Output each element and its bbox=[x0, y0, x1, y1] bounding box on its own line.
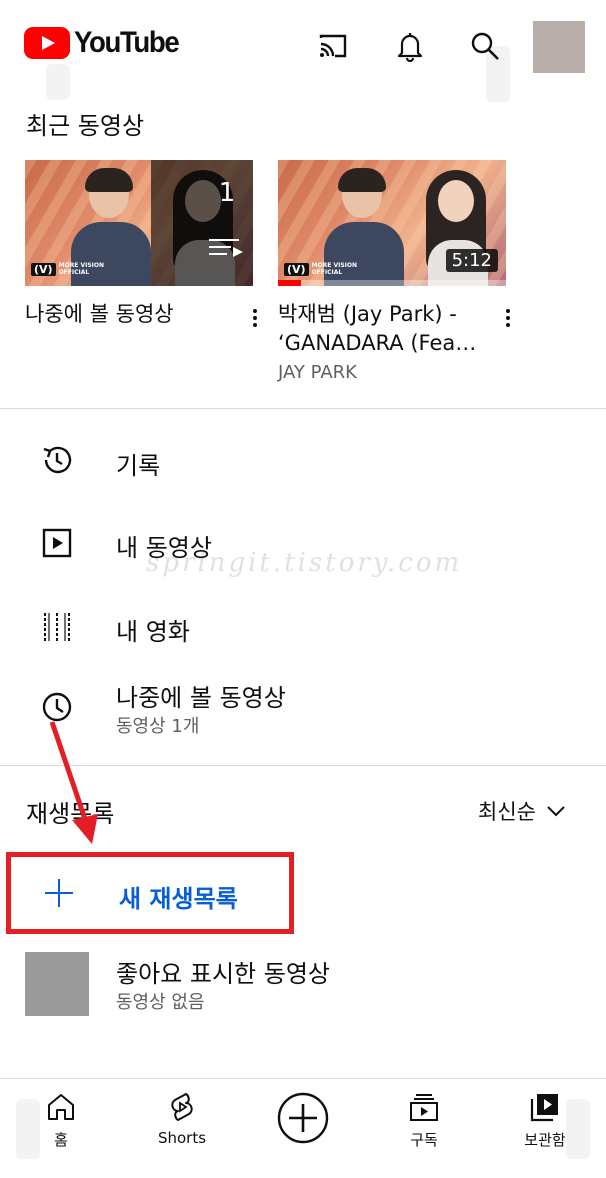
youtube-play-logo-icon bbox=[24, 27, 70, 59]
movies-icon bbox=[44, 613, 70, 641]
more-vert-icon[interactable] bbox=[249, 306, 261, 336]
menu-label: 나중에 볼 동영상 bbox=[116, 684, 286, 712]
bottom-navigation: 홈 Shorts 구독 보관함 bbox=[0, 1078, 606, 1178]
watermark-text: springit.tistory.com bbox=[146, 548, 463, 578]
nav-subscriptions[interactable]: 구독 bbox=[374, 1079, 474, 1178]
playlist-count: 1 bbox=[218, 178, 236, 208]
channel-brand-badge: (V) MORE VISION OFFICIAL bbox=[31, 262, 104, 276]
menu-sublabel: 동영상 1개 bbox=[116, 716, 200, 737]
nav-home[interactable]: 홈 bbox=[11, 1079, 111, 1178]
menu-item-my-movies[interactable]: 내 영화 bbox=[0, 592, 606, 662]
cast-icon[interactable] bbox=[317, 30, 349, 62]
recent-card-watch-later[interactable]: (V) MORE VISION OFFICIAL 1 나중에 볼 동영상 bbox=[25, 160, 257, 329]
playlist-count-overlay: 1 bbox=[151, 160, 253, 286]
liked-videos-count: 동영상 없음 bbox=[116, 992, 205, 1013]
playlists-title: 재생목록 bbox=[26, 800, 115, 828]
shorts-icon bbox=[171, 1093, 193, 1121]
playlist-play-icon bbox=[209, 239, 243, 257]
menu-label: 기록 bbox=[116, 452, 161, 480]
nav-label: 홈 bbox=[54, 1131, 68, 1149]
divider bbox=[0, 765, 606, 766]
more-vert-icon[interactable] bbox=[502, 306, 514, 336]
library-icon bbox=[530, 1094, 558, 1122]
divider bbox=[0, 408, 606, 409]
channel-name[interactable]: JAY PARK bbox=[278, 362, 506, 383]
sort-label: 최신순 bbox=[478, 800, 536, 824]
chevron-down-icon bbox=[547, 806, 565, 817]
nav-label: 구독 bbox=[410, 1131, 438, 1149]
avatar[interactable] bbox=[533, 21, 585, 73]
new-playlist-button[interactable]: 새 재생목록 bbox=[6, 852, 294, 934]
nav-label: Shorts bbox=[157, 1129, 207, 1147]
channel-brand-badge: (V) MORE VISION OFFICIAL bbox=[284, 262, 357, 276]
menu-item-watch-later[interactable]: 나중에 볼 동영상 동영상 1개 bbox=[0, 672, 606, 758]
nav-library[interactable]: 보관함 bbox=[495, 1079, 595, 1178]
watch-progress-bar bbox=[278, 280, 506, 286]
liked-videos-title[interactable]: 좋아요 표시한 동영상 bbox=[116, 954, 330, 989]
menu-item-history[interactable]: 기록 bbox=[0, 426, 606, 496]
video-thumbnail[interactable]: (V) MORE VISION OFFICIAL 5:12 bbox=[278, 160, 506, 286]
subscriptions-icon bbox=[410, 1094, 438, 1121]
top-app-bar: YouTube bbox=[0, 0, 606, 102]
bell-icon[interactable] bbox=[394, 30, 426, 62]
new-playlist-label: 새 재생목록 bbox=[119, 885, 238, 913]
liked-videos-thumbnail[interactable] bbox=[25, 952, 89, 1016]
sort-dropdown[interactable]: 최신순 bbox=[478, 796, 566, 826]
watch-later-icon bbox=[42, 692, 72, 722]
my-videos-icon bbox=[42, 528, 72, 558]
video-title[interactable]: 나중에 볼 동영상 bbox=[25, 300, 229, 329]
background-ghost-shape bbox=[46, 64, 70, 100]
nav-label: 보관함 bbox=[524, 1131, 566, 1149]
video-thumbnail[interactable]: (V) MORE VISION OFFICIAL 1 bbox=[25, 160, 253, 286]
search-icon[interactable] bbox=[469, 30, 501, 62]
recent-videos-title: 최근 동영상 bbox=[26, 112, 145, 140]
home-icon bbox=[48, 1094, 74, 1120]
recent-card-ganadara[interactable]: (V) MORE VISION OFFICIAL 5:12 박재범 (Jay Pa… bbox=[278, 160, 510, 383]
history-icon bbox=[43, 446, 72, 474]
duration-badge: 5:12 bbox=[445, 249, 498, 272]
nav-shorts[interactable]: Shorts bbox=[132, 1079, 232, 1178]
video-title[interactable]: 박재범 (Jay Park) - ‘GANADARA (Fea… bbox=[278, 300, 482, 358]
youtube-logo[interactable]: YouTube bbox=[24, 26, 187, 60]
youtube-wordmark: YouTube bbox=[74, 26, 180, 59]
menu-label: 내 영화 bbox=[116, 618, 190, 646]
plus-icon bbox=[45, 879, 73, 907]
create-button[interactable] bbox=[276, 1091, 330, 1145]
